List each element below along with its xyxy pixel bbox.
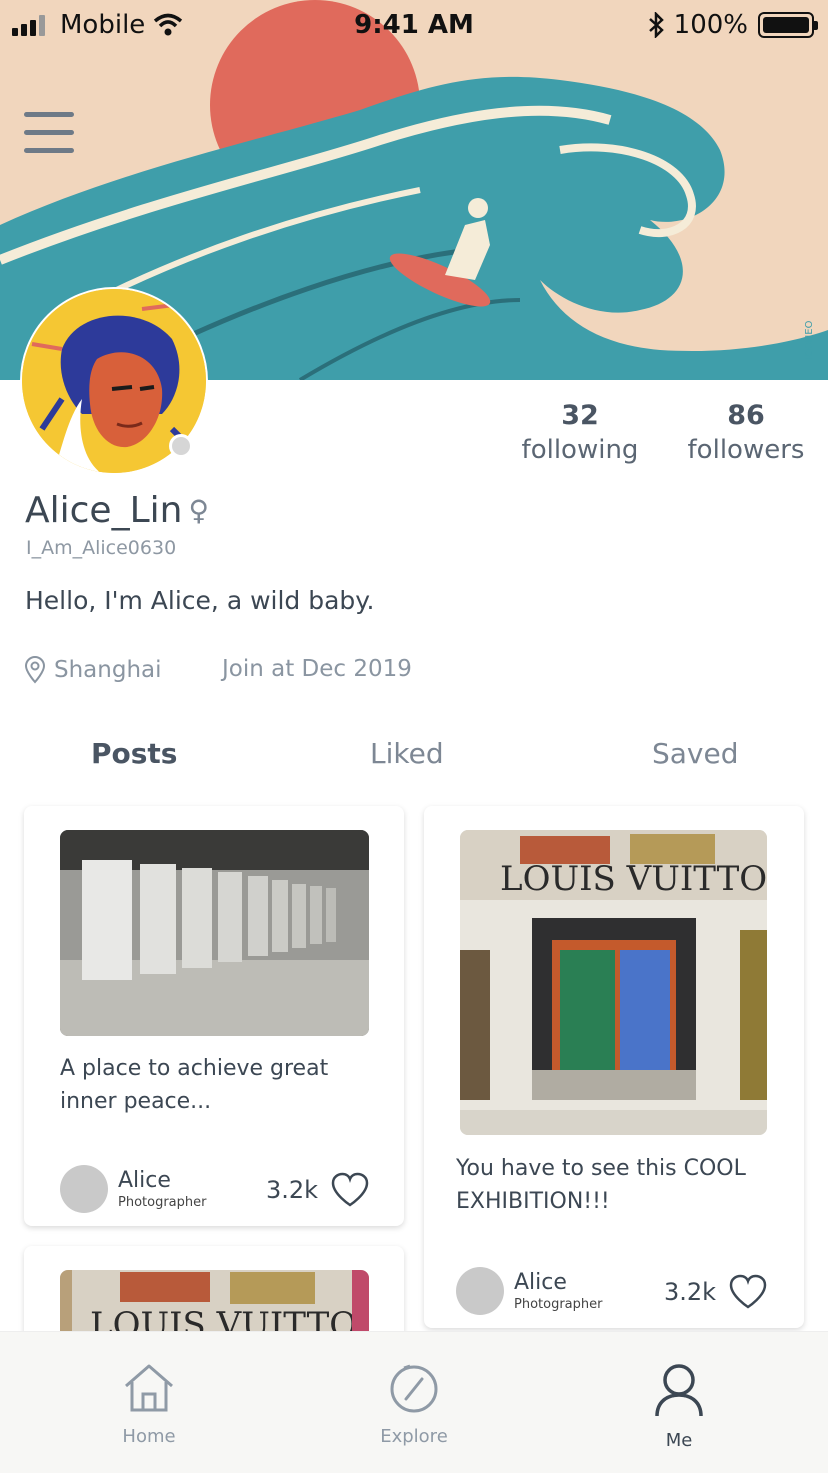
nav-home-label: Home [122, 1426, 176, 1447]
author-role: Photographer [118, 1194, 207, 1210]
svg-text:LOUIS VUITTON: LOUIS VUITTON [500, 859, 767, 899]
post-photo[interactable] [60, 830, 369, 1036]
battery-percent: 100% [673, 10, 748, 40]
nav-home[interactable]: Home [89, 1362, 209, 1447]
author-avatar [60, 1165, 108, 1213]
followers-count: 86 [727, 400, 765, 431]
person-icon [655, 1364, 703, 1417]
following-label: following [521, 435, 639, 465]
location-pin-icon [24, 656, 46, 684]
gallery-photo [60, 830, 369, 1036]
post-author[interactable]: Alice Photographer [60, 1165, 206, 1213]
location: Shanghai [24, 656, 162, 684]
profile-handle: I_Am_Alice0630 [26, 537, 177, 559]
author-name: Alice [514, 1269, 567, 1295]
bluetooth-icon [648, 12, 664, 38]
tab-liked[interactable]: Liked [370, 737, 444, 770]
nav-explore-label: Explore [380, 1426, 448, 1447]
female-icon: ♀ [188, 494, 209, 527]
home-icon [125, 1364, 173, 1412]
post-caption: You have to see this COOL EXHIBITION!!! [456, 1156, 746, 1214]
likes-label: 3.2k [664, 1278, 717, 1306]
heart-icon[interactable] [330, 1172, 370, 1208]
profile-name: Alice_Lin [25, 490, 183, 531]
author-name: Alice [118, 1167, 171, 1193]
compass-icon [390, 1364, 438, 1413]
like-count: 3.2k [664, 1274, 768, 1310]
post-card[interactable]: A place to achieve great inner peace... … [24, 806, 404, 1226]
name-row: Alice_Lin ♀ [25, 490, 209, 531]
tab-saved[interactable]: Saved [652, 737, 739, 770]
nav-me-label: Me [665, 1430, 693, 1451]
status-bar: Mobile 9:41 AM 100% [0, 0, 828, 54]
exhibition-photo: LOUIS VUITTON [460, 830, 767, 1135]
bottom-nav: Home Explore Me [0, 1331, 828, 1473]
tab-posts[interactable]: Posts [91, 737, 177, 770]
post-photo[interactable]: LOUIS VUITTON [460, 830, 767, 1135]
nav-me[interactable]: Me [619, 1362, 739, 1451]
following-count: 32 [561, 400, 599, 431]
likes-label: 3.2k [266, 1176, 319, 1204]
post-author[interactable]: Alice Photographer [456, 1267, 602, 1315]
author-avatar [456, 1267, 504, 1315]
menu-icon[interactable] [24, 110, 74, 156]
svg-text:ICONEO: ICONEO [804, 320, 815, 360]
followers-stat[interactable]: 86 followers [684, 400, 808, 465]
join-date: Join at Dec 2019 [222, 656, 412, 682]
profile-bio: Hello, I'm Alice, a wild baby. [25, 586, 375, 615]
heart-icon[interactable] [728, 1274, 768, 1310]
status-dot [169, 434, 193, 458]
following-stat[interactable]: 32 following [518, 400, 642, 465]
location-label: Shanghai [54, 657, 162, 683]
followers-label: followers [687, 435, 805, 465]
author-role: Photographer [514, 1296, 603, 1312]
nav-explore[interactable]: Explore [354, 1362, 474, 1447]
post-caption: A place to achieve great inner peace... [60, 1056, 329, 1114]
battery-icon [758, 12, 818, 38]
post-card[interactable]: LOUIS VUITTON You have to see this COOL … [424, 806, 804, 1328]
like-count: 3.2k [266, 1172, 370, 1208]
